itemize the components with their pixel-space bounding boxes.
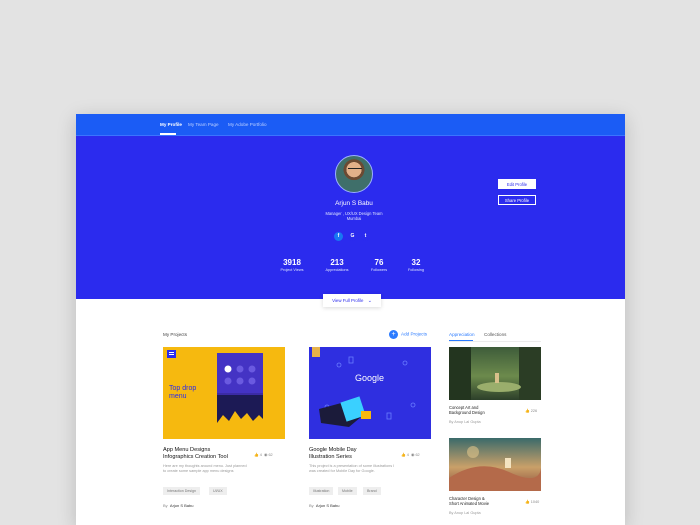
appreciation-byline: By Anup Lal Gupta: [449, 511, 481, 515]
stat-label: Appreciations: [325, 268, 349, 272]
thumbs-up-icon: 👍: [254, 453, 259, 457]
title-line: Google Mobile Day: [309, 447, 357, 453]
stat-value: 32: [411, 258, 421, 267]
project-byline: By Arjun S Babu: [163, 503, 193, 508]
view-full-label: View Full Profile: [332, 298, 364, 303]
stat-project-views: 3918 Project Views: [272, 258, 312, 272]
top-nav: My Profile My Team Page My Adobe Portfol…: [76, 114, 625, 136]
title-line: App Menu Designs: [163, 447, 211, 453]
avatar-glasses: [348, 168, 362, 172]
tag-interaction-design[interactable]: Interaction Design: [163, 487, 200, 495]
views-count: 62: [268, 453, 273, 457]
character-design-illustration: [449, 446, 541, 491]
title-line: Infographics Creation Tool: [163, 454, 228, 460]
google-illustration: [312, 347, 416, 427]
add-projects-label: Add Projects: [401, 331, 428, 337]
stat-label: Project Views: [280, 268, 304, 272]
appreciation-byline: By Anup Lal Gupta: [449, 420, 481, 424]
thumbnail-caption: Top drop menu: [169, 385, 197, 400]
active-side-tab-indicator: [449, 340, 473, 341]
google-icon[interactable]: G: [348, 232, 357, 241]
project-thumbnail-app-menu[interactable]: Top drop menu: [163, 347, 285, 439]
edit-profile-button[interactable]: Edit Profile: [498, 179, 536, 189]
stat-label: Following: [407, 268, 425, 272]
title-line: Illustration Series: [309, 454, 352, 460]
project-thumbnail-google[interactable]: Google: [309, 347, 431, 439]
profile-hero: My Profile My Team Page My Adobe Portfol…: [76, 114, 625, 299]
tab-my-adobe-portfolio[interactable]: My Adobe Portfolio: [228, 122, 267, 127]
project-byline: By Arjun S Babu: [309, 503, 339, 508]
tab-appreciation[interactable]: Appreciation: [449, 332, 475, 337]
likes-count: 4: [406, 453, 409, 457]
sidebar-divider: [449, 341, 541, 342]
project-description: This project is a presentation of some i…: [309, 464, 395, 473]
project-title[interactable]: Google Mobile Day Illustration Series: [309, 447, 357, 461]
location-text: Mumbai: [346, 216, 362, 221]
appreciation-title[interactable]: Concept Art and Background Design: [449, 405, 485, 415]
appreciation-title[interactable]: Character Design & Short Animated Movie: [449, 496, 489, 506]
project-stats: 👍 4 ◉ 62: [401, 452, 420, 457]
appreciation-thumbnail[interactable]: [449, 347, 541, 400]
project-title[interactable]: App Menu Designs Infographics Creation T…: [163, 447, 228, 461]
appreciation-thumbnail[interactable]: [449, 438, 541, 491]
stat-value: 213: [330, 258, 344, 267]
stat-following: 32 Following: [396, 258, 436, 272]
stat-label: Followers: [370, 268, 388, 272]
share-profile-button[interactable]: Share Profile: [498, 195, 536, 205]
tag-ui-ux[interactable]: UI/UX: [209, 487, 227, 495]
tab-collections[interactable]: Collections: [484, 332, 506, 337]
title-line: Short Animated Movie: [449, 501, 490, 506]
author-name[interactable]: Arjun S Babu: [316, 503, 340, 508]
title-line: Background Design: [449, 410, 485, 415]
eye-icon: ◉: [411, 453, 415, 457]
profile-name: Arjun S Babu: [335, 200, 373, 207]
views-count: 62: [415, 453, 420, 457]
profile-role: Manager , UX/UX Design Team Mumbai: [300, 211, 408, 221]
view-full-profile-button[interactable]: View Full Profile ⌄: [323, 294, 381, 307]
likes-count: 226: [530, 409, 538, 413]
thumbs-up-icon: 👍: [401, 453, 406, 457]
eye-icon: ◉: [264, 453, 268, 457]
thumbs-up-icon: 👍: [525, 409, 530, 413]
plus-icon: +: [389, 330, 398, 339]
author-name[interactable]: Arjun S Babu: [170, 503, 194, 508]
chevron-down-icon: ⌄: [367, 298, 372, 304]
my-projects-title: My Projects: [163, 332, 187, 337]
tag-mobile[interactable]: Mobile: [338, 487, 357, 495]
twitter-icon[interactable]: t: [361, 232, 370, 241]
thumbs-up-icon: 👍: [525, 500, 530, 504]
avatar: [335, 155, 373, 193]
by-prefix: By: [163, 503, 168, 508]
appreciation-likes: 👍 226: [525, 408, 537, 413]
stat-appreciations: 213 Appreciations: [317, 258, 357, 272]
active-tab-indicator: [160, 133, 176, 135]
tab-my-profile[interactable]: My Profile: [160, 122, 182, 127]
add-projects-button[interactable]: + Add Projects: [389, 330, 427, 339]
project-description: Here are my thoughts around menu. Just p…: [163, 464, 247, 473]
facebook-icon[interactable]: f: [334, 232, 343, 241]
stat-value: 3918: [283, 258, 301, 267]
likes-count: 1040: [530, 500, 540, 504]
stat-followers: 76 Followers: [359, 258, 399, 272]
concept-art-illustration: [449, 347, 541, 400]
thumbnail-caption: Google: [355, 373, 385, 383]
tag-brand[interactable]: Brand: [363, 487, 381, 495]
by-prefix: By: [309, 503, 314, 508]
tab-my-team-page[interactable]: My Team Page: [188, 122, 219, 127]
project-stats: 👍 4 ◉ 62: [254, 452, 273, 457]
app-window: My Profile My Team Page My Adobe Portfol…: [76, 114, 625, 525]
likes-count: 4: [259, 453, 262, 457]
tag-illustration[interactable]: Illustration: [309, 487, 334, 495]
stat-value: 76: [374, 258, 384, 267]
appreciation-likes: 👍 1040: [525, 499, 539, 504]
